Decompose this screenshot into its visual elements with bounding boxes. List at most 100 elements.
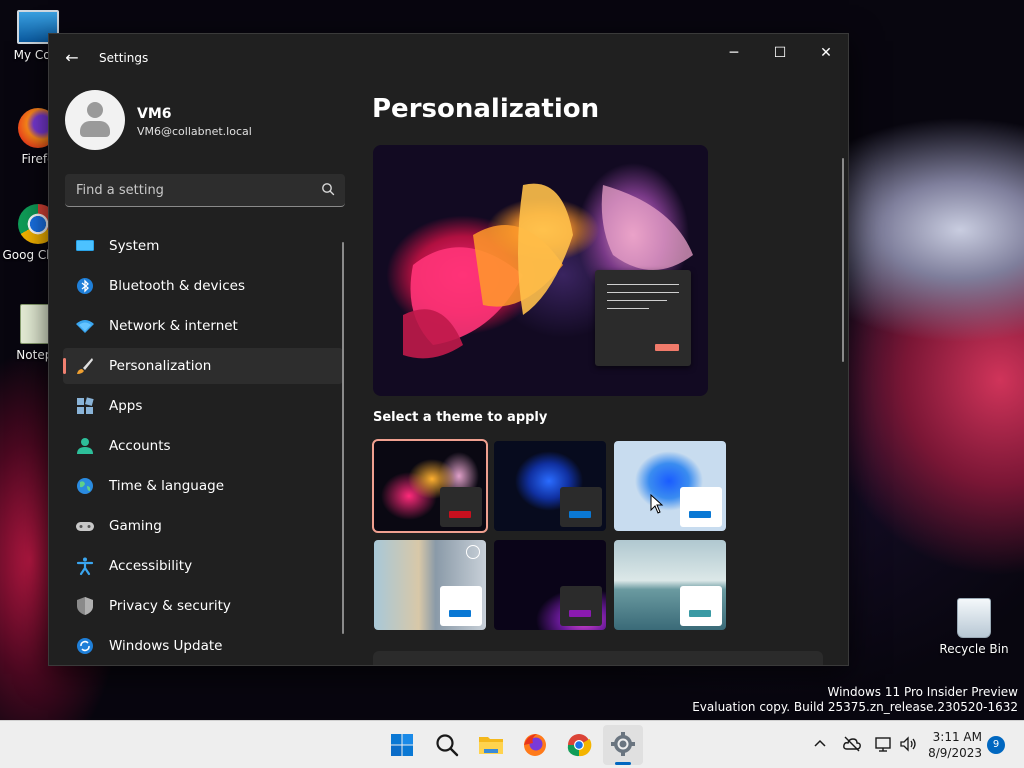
evaluation-watermark: Windows 11 Pro Insider Preview Evaluatio… [692,685,1018,715]
minimize-icon: ─ [729,45,739,61]
nav-item-label: Accounts [109,438,171,454]
settings-taskbar-button[interactable] [603,725,643,765]
search-input[interactable] [65,174,305,206]
bluetooth-icon [77,278,93,294]
nav-item-apps[interactable]: Apps [63,388,343,424]
nav-scrollbar[interactable] [342,242,344,634]
nav-item-time-language[interactable]: Time & language [63,468,343,504]
nav-item-label: Windows Update [109,638,223,654]
volume-tray-button[interactable] [898,734,918,754]
desktop-icon-label: Recycle Bin [939,642,1009,656]
brush-icon [77,358,93,374]
onedrive-tray-button[interactable] [842,734,862,754]
apps-icon [77,397,94,414]
theme-captured-motion[interactable] [374,540,486,630]
accessibility-icon [76,557,94,576]
update-icon [77,638,93,654]
theme-sunrise[interactable] [614,540,726,630]
volume-icon [900,736,916,752]
recycle-bin-icon [957,598,991,638]
nav-item-label: Accessibility [109,558,193,574]
theme-bloom-dark[interactable] [494,441,606,531]
theme-preview [373,145,708,396]
back-button[interactable]: ← [61,47,83,69]
title-bar: ← Settings ─ ☐ ✕ [49,34,848,82]
clock-time: 3:11 AM [932,730,982,744]
globe-icon [77,478,93,494]
nav-item-network[interactable]: Network & internet [63,308,343,344]
nav-item-label: Network & internet [109,318,238,334]
preview-accent-button [655,344,679,351]
nav-item-label: Bluetooth & devices [109,278,246,294]
chrome-icon [567,734,592,757]
nav-item-system[interactable]: System [63,228,343,264]
nav-item-personalization[interactable]: Personalization [63,348,343,384]
show-hidden-icons-button[interactable] [810,734,830,754]
nav-item-label: Apps [109,398,143,414]
slideshow-icon [466,545,480,559]
clock-date: 8/9/2023 [928,746,982,760]
nav-item-privacy[interactable]: Privacy & security [63,588,343,624]
network-icon [875,737,891,752]
nav-item-bluetooth[interactable]: Bluetooth & devices [63,268,343,304]
page-title: Personalization [372,94,600,124]
content-scrollbar[interactable] [842,158,844,362]
search-box[interactable] [65,174,345,207]
theme-accent-swatch [569,610,591,617]
notification-badge[interactable]: 9 [987,736,1005,754]
theme-accent-swatch [449,511,471,518]
theme-accent-swatch [689,610,711,617]
file-explorer-icon [479,737,503,754]
gamepad-icon [76,522,94,531]
firefox-taskbar-button[interactable] [515,725,555,765]
nav-item-gaming[interactable]: Gaming [63,508,343,544]
settings-icon [611,732,635,756]
theme-bloom-light[interactable] [614,441,726,531]
nav-item-windows-update[interactable]: Windows Update [63,628,343,664]
shield-icon [77,597,93,615]
theme-glow[interactable] [372,439,488,533]
preview-mini-window [595,270,691,366]
close-button[interactable]: ✕ [803,38,848,68]
back-arrow-icon: ← [65,48,79,67]
close-icon: ✕ [820,45,832,61]
taskbar-search-button[interactable] [427,725,467,765]
nav-item-label: Gaming [109,518,162,534]
settings-card[interactable] [373,651,823,665]
network-tray-button[interactable] [874,734,894,754]
taskbar-clock[interactable]: 3:11 AM 8/9/2023 [924,729,982,761]
theme-flow[interactable] [494,540,606,630]
cloud-off-icon [843,736,861,752]
user-name: VM6 [137,106,172,122]
theme-section-heading: Select a theme to apply [373,410,548,425]
nav-list: System Bluetooth & devices Network & int… [63,228,343,665]
file-explorer-button[interactable] [471,725,511,765]
chevron-up-icon [814,739,826,747]
maximize-button[interactable]: ☐ [757,38,803,68]
nav-item-label: System [109,238,160,254]
nav-item-accounts[interactable]: Accounts [63,428,343,464]
theme-accent-swatch [569,511,591,518]
window-title: Settings [99,51,149,65]
nav-item-accessibility[interactable]: Accessibility [63,548,343,584]
user-profile[interactable]: VM6 VM6@collabnet.local [65,90,345,152]
system-icon [76,240,94,251]
wifi-icon [76,320,94,333]
theme-grid [372,439,733,632]
minimize-button[interactable]: ─ [711,38,757,68]
avatar [65,90,125,150]
search-icon [436,734,459,757]
nav-item-label: Time & language [109,478,225,494]
taskbar: 3:11 AM 8/9/2023 9 [0,720,1024,768]
accounts-icon [77,438,93,454]
watermark-line-2: Evaluation copy. Build 25375.zn_release.… [692,700,1018,714]
start-icon [391,734,413,756]
firefox-icon [524,734,546,756]
chrome-taskbar-button[interactable] [559,725,599,765]
theme-accent-swatch [689,511,711,518]
search-icon[interactable] [321,182,335,196]
watermark-line-1: Windows 11 Pro Insider Preview [827,685,1018,699]
user-email: VM6@collabnet.local [137,125,252,138]
desktop-icon-recycle-bin[interactable]: Recycle Bin [936,598,1012,656]
start-button[interactable] [382,725,422,765]
